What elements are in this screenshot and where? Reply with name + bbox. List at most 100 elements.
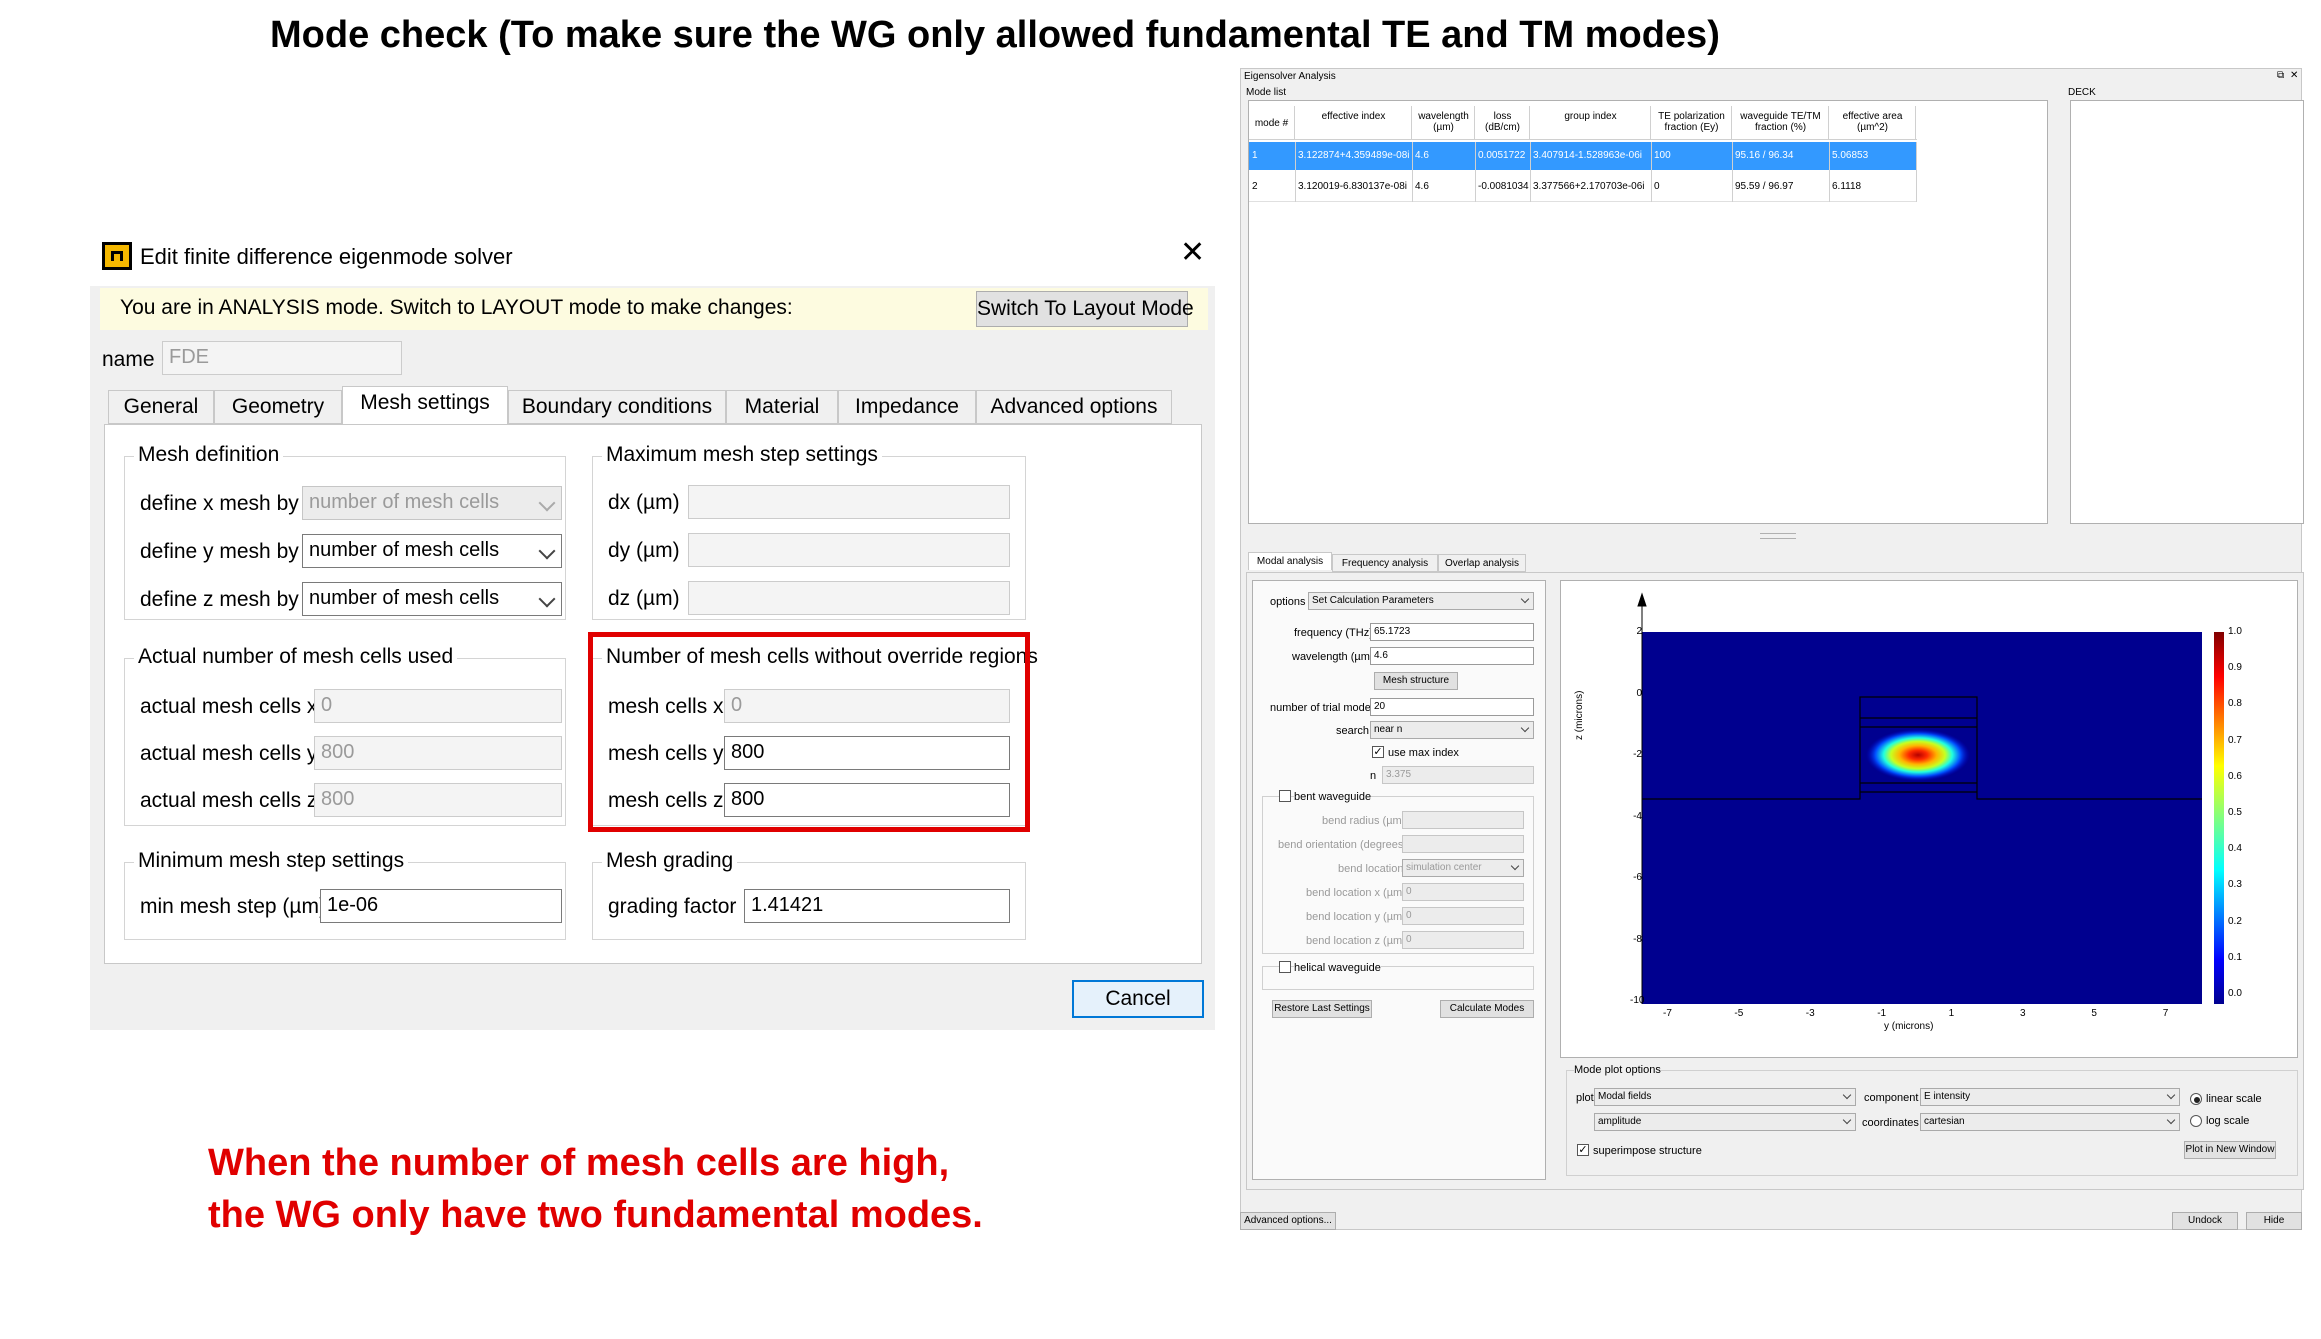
x-tick-label: 3 xyxy=(2020,1008,2026,1019)
superimpose-checkbox[interactable]: ✓ xyxy=(1577,1144,1589,1156)
dialog-title: Edit finite difference eigenmode solver xyxy=(140,244,513,269)
dx-field[interactable] xyxy=(688,485,1010,519)
note-line-2: the WG only have two fundamental modes. xyxy=(208,1194,983,1236)
log-scale-radio[interactable] xyxy=(2190,1115,2202,1127)
frequency-field[interactable]: 65.1723 xyxy=(1370,623,1534,641)
bend-location-x-field[interactable]: 0 xyxy=(1402,883,1524,901)
col-mode[interactable]: mode # xyxy=(1249,106,1295,140)
advanced-options-button[interactable]: Advanced options... xyxy=(1240,1212,1336,1230)
search-combo[interactable]: near n xyxy=(1370,721,1534,739)
tab-general[interactable]: General xyxy=(108,390,214,424)
min-mesh-step-field[interactable]: 1e-06 xyxy=(320,889,562,923)
chevron-down-icon xyxy=(538,542,556,560)
bend-orientation-field[interactable] xyxy=(1402,835,1524,853)
tab-advanced-options[interactable]: Advanced options xyxy=(976,390,1172,424)
bend-location-combo[interactable]: simulation center xyxy=(1402,859,1524,877)
tab-mesh-settings[interactable]: Mesh settings xyxy=(342,386,508,426)
tab-impedance[interactable]: Impedance xyxy=(838,390,976,424)
tab-material[interactable]: Material xyxy=(726,390,838,424)
col-loss[interactable]: loss (dB/cm) xyxy=(1476,106,1530,140)
slide-title: Mode check (To make sure the WG only all… xyxy=(270,14,1720,56)
dz-label: dz (µm) xyxy=(608,587,680,610)
bend-orientation-label: bend orientation (degrees) xyxy=(1278,839,1408,851)
app-logo-icon xyxy=(102,242,132,270)
search-label: search xyxy=(1336,725,1370,737)
linear-scale-radio[interactable] xyxy=(2190,1093,2202,1105)
use-max-index-label: use max index xyxy=(1388,747,1459,759)
tab-modal-analysis[interactable]: Modal analysis xyxy=(1248,552,1332,570)
cell-group-index: 3.407914-1.528963e-06i xyxy=(1533,150,1642,161)
superimpose-label: superimpose structure xyxy=(1593,1145,1702,1157)
wavelength-field[interactable]: 4.6 xyxy=(1370,647,1534,665)
calculate-modes-button[interactable]: Calculate Modes xyxy=(1440,1000,1534,1018)
field-background xyxy=(1642,632,2202,1004)
mode-list-label: Mode list xyxy=(1246,87,1287,98)
use-max-index-checkbox[interactable]: ✓ xyxy=(1372,746,1384,758)
tab-geometry[interactable]: Geometry xyxy=(214,390,342,424)
bent-waveguide-checkbox[interactable] xyxy=(1279,790,1291,802)
cell-mode: 2 xyxy=(1252,181,1258,192)
plot-in-new-window-button[interactable]: Plot in New Window xyxy=(2184,1141,2276,1159)
cancel-button[interactable]: Cancel xyxy=(1072,980,1204,1018)
mode-field-plot[interactable] xyxy=(1560,580,2298,1058)
dy-field[interactable] xyxy=(688,533,1010,567)
col-group-index[interactable]: group index xyxy=(1531,106,1651,140)
x-tick-label: 5 xyxy=(2091,1008,2097,1019)
undock-button[interactable]: Undock xyxy=(2172,1212,2238,1230)
coordinates-label: coordinates xyxy=(1862,1117,1919,1129)
component-combo[interactable]: E intensity xyxy=(1920,1088,2180,1106)
close-icon[interactable]: ✕ xyxy=(2290,70,2298,81)
splitter-handle[interactable] xyxy=(1760,533,1796,539)
define-z-combo[interactable]: number of mesh cells xyxy=(302,582,562,616)
define-x-value: number of mesh cells xyxy=(309,491,500,513)
y-tick-label: -4 xyxy=(1633,810,1642,822)
amplitude-combo[interactable]: amplitude xyxy=(1594,1113,1856,1131)
bend-location-z-field[interactable]: 0 xyxy=(1402,931,1524,949)
tab-frequency-analysis[interactable]: Frequency analysis xyxy=(1332,554,1438,572)
mode-plot-options-label: Mode plot options xyxy=(1574,1064,1661,1076)
bend-radius-field[interactable] xyxy=(1402,811,1524,829)
define-y-combo[interactable]: number of mesh cells xyxy=(302,534,562,568)
chevron-down-icon xyxy=(2166,1090,2176,1100)
plot-combo[interactable]: Modal fields xyxy=(1594,1088,1856,1106)
name-field[interactable]: FDE xyxy=(162,341,402,375)
close-icon[interactable]: ✕ xyxy=(1180,238,1205,268)
define-z-value: number of mesh cells xyxy=(309,587,500,609)
float-icon[interactable]: ⧉ xyxy=(2277,70,2284,81)
table-row[interactable]: 1 3.122874+4.359489e-08i 4.6 0.0051722 3… xyxy=(1249,142,1917,170)
coordinates-combo[interactable]: cartesian xyxy=(1920,1113,2180,1131)
n-field[interactable]: 3.375 xyxy=(1382,766,1534,784)
table-row[interactable]: 2 3.120019-6.830137e-08i 4.6 -0.0081034 … xyxy=(1249,172,1917,202)
col-wavelength[interactable]: wavelength (µm) xyxy=(1413,106,1475,140)
actual-cells-y-field[interactable]: 800 xyxy=(314,736,562,770)
bend-location-y-field[interactable]: 0 xyxy=(1402,907,1524,925)
restore-last-settings-button[interactable]: Restore Last Settings xyxy=(1272,1000,1372,1018)
col-te-fraction[interactable]: TE polarization fraction (Ey) xyxy=(1652,106,1732,140)
trial-modes-label: number of trial modes xyxy=(1270,702,1377,714)
tab-overlap-analysis[interactable]: Overlap analysis xyxy=(1438,554,1526,572)
define-x-combo[interactable]: number of mesh cells xyxy=(302,486,562,520)
col-tetm-fraction[interactable]: waveguide TE/TM fraction (%) xyxy=(1733,106,1829,140)
options-combo[interactable]: Set Calculation Parameters xyxy=(1308,592,1534,610)
helical-waveguide-checkbox[interactable] xyxy=(1279,961,1291,973)
col-effective-index[interactable]: effective index xyxy=(1296,106,1412,140)
bend-location-z-label: bend location z (µm) xyxy=(1306,935,1406,947)
options-label: options xyxy=(1270,596,1306,608)
col-effective-area[interactable]: effective area (µm^2) xyxy=(1830,106,1916,140)
hide-button[interactable]: Hide xyxy=(2246,1212,2302,1230)
tab-boundary-conditions[interactable]: Boundary conditions xyxy=(508,390,726,424)
banner-text: You are in ANALYSIS mode. Switch to LAYO… xyxy=(120,296,793,319)
linear-scale-label: linear scale xyxy=(2206,1093,2262,1105)
trial-modes-field[interactable]: 20 xyxy=(1370,698,1534,716)
grading-factor-field[interactable]: 1.41421 xyxy=(744,889,1010,923)
define-y-value: number of mesh cells xyxy=(309,539,500,561)
y-tick-label: -8 xyxy=(1633,933,1642,945)
actual-cells-x-field[interactable]: 0 xyxy=(314,689,562,723)
chevron-down-icon xyxy=(1520,723,1530,733)
mesh-structure-button[interactable]: Mesh structure xyxy=(1374,672,1458,690)
dz-field[interactable] xyxy=(688,581,1010,615)
bend-radius-label: bend radius (µm) xyxy=(1322,815,1406,827)
actual-cells-z-field[interactable]: 800 xyxy=(314,783,562,817)
define-z-label: define z mesh by xyxy=(140,588,299,611)
switch-to-layout-button[interactable]: Switch To Layout Mode xyxy=(976,291,1194,327)
